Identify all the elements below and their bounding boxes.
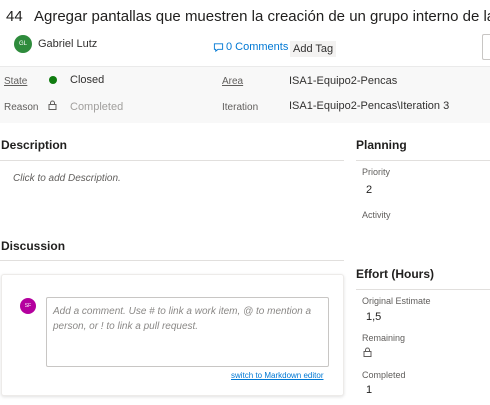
iteration-label: Iteration [222,102,259,113]
original-estimate-value[interactable]: 1,5 [366,311,381,323]
effort-heading: Effort (Hours) [356,267,434,281]
comments-link[interactable]: 0 Comments [213,41,288,53]
markdown-editor-link[interactable]: switch to Markdown editor [231,371,323,380]
area-label: Area [222,76,244,87]
description-field[interactable]: Click to add Description. [13,173,121,184]
state-value[interactable]: Closed [70,74,104,86]
priority-label: Priority [362,167,391,177]
remaining-label: Remaining [362,333,406,343]
comment-input[interactable]: Add a comment. Use # to link a work item… [46,297,329,367]
completed-label: Completed [362,370,406,380]
area-value[interactable]: ISA1-Equipo2-Pencas [289,75,397,87]
work-item-title[interactable]: Agregar pantallas que muestren la creaci… [34,8,490,25]
description-divider [0,160,344,161]
assignee-avatar[interactable]: GL [14,35,32,53]
iteration-value[interactable]: ISA1-Equipo2-Pencas\Iteration 3 [289,100,449,112]
effort-divider [356,289,490,290]
original-estimate-label: Original Estimate [362,296,431,306]
remaining-lock-icon [363,347,372,357]
state-indicator [49,76,57,84]
assignee-name[interactable]: Gabriel Lutz [38,38,97,50]
fields-bar: State Closed Reason Completed Area ISA1-… [0,66,490,123]
activity-label: Activity [362,210,391,220]
comments-link-label: 0 Comments [226,41,289,53]
priority-value[interactable]: 2 [366,184,372,196]
reason-label: Reason [4,102,39,113]
work-item-id: 44 [6,8,23,25]
add-tag-button[interactable]: Add Tag [290,41,337,57]
collapsed-panel-edge[interactable] [482,34,490,60]
discussion-divider [0,260,344,261]
reason-value: Completed [70,101,124,113]
discussion-heading: Discussion [1,239,66,253]
lock-icon [48,100,57,110]
planning-heading: Planning [356,138,407,152]
completed-value[interactable]: 1 [366,384,372,396]
comment-icon [213,42,224,52]
description-heading: Description [1,138,68,152]
state-label: State [4,76,28,87]
planning-divider [356,160,490,161]
commenter-avatar: SF [20,298,36,314]
work-item-header: 44 Agregar pantallas que muestren la cre… [0,0,490,66]
